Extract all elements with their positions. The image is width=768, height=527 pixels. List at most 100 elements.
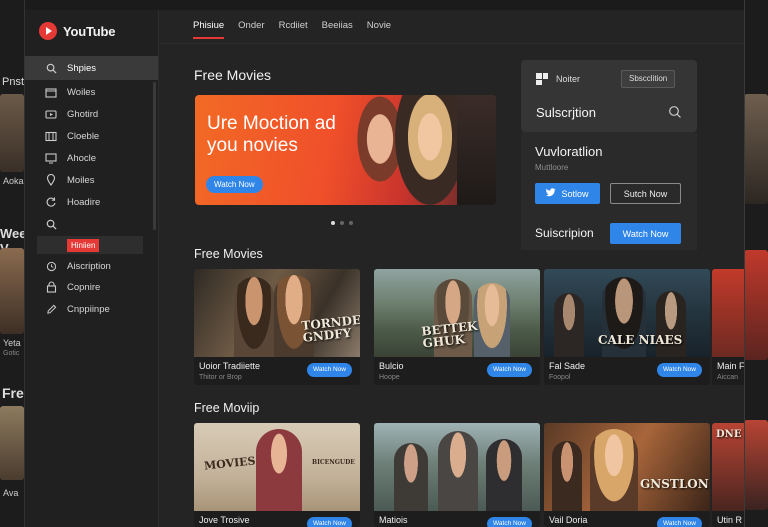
card-footer: Bulcio Hoope Watch Now bbox=[374, 357, 540, 385]
card-title: Matiois bbox=[379, 515, 408, 525]
card-watch-now-button[interactable]: Watch Now bbox=[487, 363, 532, 377]
card-watch-now-button[interactable]: Watch Now bbox=[657, 363, 702, 377]
sidebar-badge: Hiniien bbox=[67, 239, 100, 252]
tab-onder[interactable]: Onder bbox=[238, 20, 264, 39]
card-watch-now-button[interactable]: Watch Now bbox=[307, 517, 352, 527]
card-subtitle: Foopol bbox=[549, 374, 571, 381]
sidebar-item-cloeble[interactable]: Cloeble bbox=[25, 124, 158, 148]
tab-rcdiiet[interactable]: Rcdiiet bbox=[279, 20, 308, 39]
grid-icon bbox=[536, 73, 548, 85]
sidebar-item-label: Moiles bbox=[67, 174, 95, 186]
refresh-icon bbox=[45, 196, 57, 208]
sidebar-item-hoadire[interactable]: Hoadire bbox=[25, 190, 158, 214]
movie-card[interactable]: BETTEK GHUK Bulcio Hoope Watch Now bbox=[374, 269, 540, 385]
panel-header: Noiter Sbscclition Sulscrjtion bbox=[521, 60, 697, 132]
sidebar-item-copnire[interactable]: Copnire bbox=[25, 275, 158, 299]
movie-thumbnail bbox=[374, 423, 540, 511]
sidebar-item-label: Cnppiinpe bbox=[67, 303, 110, 315]
tab-novie[interactable]: Novie bbox=[367, 20, 391, 39]
sidebar-item-label: Ahocle bbox=[67, 152, 97, 164]
card-watch-now-button[interactable]: Watch Now bbox=[487, 517, 532, 527]
card-subtitle: Thitor or Brop bbox=[199, 374, 242, 381]
location-icon bbox=[45, 174, 57, 186]
card-subtitle: Hoope bbox=[379, 374, 400, 381]
tab-beeiias[interactable]: Beeiias bbox=[322, 20, 353, 39]
poster-subtitle: BICENGUDE bbox=[312, 459, 355, 466]
sidebar-item-ahocle[interactable]: Ahocle bbox=[25, 146, 158, 170]
twitter-icon bbox=[546, 188, 556, 199]
background-label: Aoka bbox=[3, 176, 24, 186]
hero-watch-now-button[interactable]: Watch Now bbox=[206, 176, 263, 193]
carousel-dot[interactable] bbox=[340, 221, 344, 225]
top-tabs: Phisiue Onder Rcdiiet Beeiias Novie bbox=[193, 20, 391, 39]
card-footer: Fal Sade Foopol Watch Now bbox=[544, 357, 710, 385]
background-thumbnail bbox=[744, 250, 768, 360]
follow-button-label: Sotlow bbox=[561, 188, 589, 199]
poster-title: GNSTLON bbox=[640, 477, 709, 491]
tabs-divider bbox=[159, 43, 744, 44]
subscribe-pill[interactable]: Sbscclition bbox=[621, 70, 676, 88]
sidebar-item-cnppiinpe[interactable]: Cnppiinpe bbox=[25, 297, 158, 321]
background-label: Ava bbox=[3, 488, 19, 498]
hero-headline: Ure Moction ad you novies bbox=[207, 113, 336, 156]
card-title: Fal Sade bbox=[549, 361, 586, 371]
carousel-dots bbox=[331, 221, 353, 225]
movie-card[interactable]: MOVIES BICENGUDE Jove Trosive Watch Now bbox=[194, 423, 360, 527]
monitor-icon bbox=[45, 152, 57, 164]
watch-now-outline-button[interactable]: Sutch Now bbox=[610, 183, 681, 204]
carousel-dot[interactable] bbox=[349, 221, 353, 225]
sidebar-item-label: Ghotird bbox=[67, 108, 99, 120]
sidebar-item-label: Copnire bbox=[67, 281, 101, 293]
movie-card-partial[interactable]: Main F Aiccan bbox=[712, 269, 745, 385]
folder-icon bbox=[45, 86, 57, 98]
card-watch-now-button[interactable]: Watch Now bbox=[307, 363, 352, 377]
card-title: Bulcio bbox=[379, 361, 404, 371]
notifier[interactable]: Noiter bbox=[536, 73, 580, 85]
poster-title: CALE NIAES bbox=[598, 333, 683, 347]
tab-phisiue[interactable]: Phisiue bbox=[193, 20, 225, 39]
row-title: Free Moviip bbox=[194, 401, 260, 415]
sidebar-item-woiles[interactable]: Woiles bbox=[25, 80, 158, 104]
card-footer: Utin R bbox=[712, 511, 744, 527]
card-title: Uoior Tradiiette bbox=[199, 361, 261, 371]
background-thumbnail bbox=[744, 94, 768, 204]
subscription-label: Suiscripion bbox=[535, 226, 594, 240]
panel-title: Sulscrjtion bbox=[536, 105, 596, 120]
subscription-watch-now-button[interactable]: Watch Now bbox=[610, 223, 681, 244]
card-watch-now-button[interactable]: Watch Now bbox=[657, 517, 702, 527]
window-top-strip bbox=[25, 0, 744, 10]
row-title: Free Movies bbox=[194, 247, 263, 261]
carousel-dot[interactable] bbox=[331, 221, 335, 225]
background-label: Pnst bbox=[2, 76, 25, 88]
follow-button[interactable]: Sotlow bbox=[535, 183, 600, 204]
card-footer: Vail Doria Watch Now bbox=[544, 511, 710, 527]
hero-banner[interactable]: Ure Moction ad you novies Watch Now bbox=[195, 95, 496, 205]
card-title: Utin R bbox=[717, 515, 743, 525]
movie-card[interactable]: GNSTLON Vail Doria Watch Now bbox=[544, 423, 710, 527]
movie-card-partial[interactable]: DNE Utin R bbox=[712, 423, 744, 527]
card-title: Main F bbox=[717, 361, 745, 371]
sidebar-item-search[interactable] bbox=[25, 212, 158, 236]
background-thumbnail bbox=[0, 94, 24, 172]
card-title: Jove Trosive bbox=[199, 515, 250, 525]
sidebar-badge-row[interactable]: Hiniien bbox=[37, 236, 143, 254]
movie-thumbnail: MOVIES BICENGUDE bbox=[194, 423, 360, 511]
card-subtitle: Aiccan bbox=[717, 374, 739, 381]
logo[interactable]: YouTube bbox=[39, 22, 115, 40]
movie-card[interactable]: TORNDEED GNDFY Uoior Tradiiette Thitor o… bbox=[194, 269, 360, 385]
section-title: Free Movies bbox=[194, 67, 272, 83]
sidebar-item-ghotird[interactable]: Ghotird bbox=[25, 102, 158, 126]
sidebar-item-shpies[interactable]: Shpies bbox=[25, 56, 158, 80]
card-footer: Uoior Tradiiette Thitor or Brop Watch No… bbox=[194, 357, 360, 385]
sidebar-item-moiles[interactable]: Moiles bbox=[25, 168, 158, 192]
search-icon[interactable] bbox=[668, 105, 682, 119]
background-window-right bbox=[742, 0, 768, 527]
background-thumbnail bbox=[0, 406, 24, 480]
background-thumbnail bbox=[744, 420, 768, 510]
search-icon bbox=[45, 62, 57, 74]
poster-title: TORNDEED GNDFY bbox=[300, 310, 360, 345]
movie-thumbnail bbox=[712, 269, 744, 357]
movie-card[interactable]: CALE NIAES Fal Sade Foopol Watch Now bbox=[544, 269, 710, 385]
logo-text: YouTube bbox=[63, 23, 116, 39]
movie-card[interactable]: Matiois Watch Now bbox=[374, 423, 540, 527]
